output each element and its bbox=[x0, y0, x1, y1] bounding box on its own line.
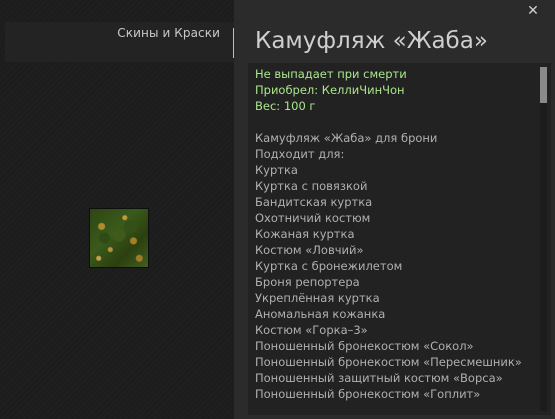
armor-list-item: Укреплённая куртка bbox=[255, 291, 380, 305]
armor-list-item: Бандитская куртка bbox=[255, 195, 373, 209]
armor-list-item: Поношенный бронекостюм «Сокол» bbox=[255, 339, 474, 353]
item-title: Камуфляж «Жаба» bbox=[255, 28, 488, 54]
armor-list-item: Броня репортера bbox=[255, 275, 360, 289]
scrollbar-thumb[interactable] bbox=[540, 67, 547, 103]
camouflage-item-icon[interactable] bbox=[89, 208, 149, 268]
item-details-panel: ✕ Камуфляж «Жаба» Не выпадает при смерти… bbox=[234, 0, 555, 419]
armor-list-item: Охотничий костюм bbox=[255, 211, 371, 225]
armor-list-item: Куртка с бронежилетом bbox=[255, 259, 403, 273]
no-drop-note: Не выпадает при смерти bbox=[255, 67, 407, 81]
category-tab[interactable]: Скины и Краски bbox=[5, 22, 234, 62]
item-weight: Вес: 100 г bbox=[255, 99, 316, 113]
item-preview-panel: Скины и Краски bbox=[0, 0, 234, 419]
category-tab-label: Скины и Краски bbox=[117, 26, 220, 40]
description-scrollbar[interactable] bbox=[540, 67, 547, 411]
armor-list-item: Костюм «Ловчий» bbox=[255, 243, 364, 257]
description-line: Камуфляж «Жаба» для брони bbox=[255, 131, 438, 145]
item-description: Не выпадает при смерти Приобрел: КеллиЧи… bbox=[255, 66, 535, 402]
suitable-for-label: Подходит для: bbox=[255, 147, 345, 161]
armor-list-item: Поношенный защитный костюм «Ворса» bbox=[255, 371, 503, 385]
close-icon[interactable]: ✕ bbox=[525, 3, 541, 19]
armor-list-item: Аномальная кожанка bbox=[255, 307, 386, 321]
armor-list-item: Поношенный бронекостюм «Пересмешник» bbox=[255, 355, 522, 369]
armor-list-item: Куртка bbox=[255, 163, 298, 177]
armor-list-item: Костюм «Горка–3» bbox=[255, 323, 368, 337]
armor-list-item: Куртка с повязкой bbox=[255, 179, 368, 193]
armor-list-item: Кожаная куртка bbox=[255, 227, 355, 241]
acquired-by: Приобрел: КеллиЧинЧон bbox=[255, 83, 405, 97]
item-description-box[interactable]: Не выпадает при смерти Приобрел: КеллиЧи… bbox=[248, 63, 551, 415]
item-inspect-window: Скины и Краски ✕ Камуфляж «Жаба» Не выпа… bbox=[0, 0, 555, 419]
armor-list-item: Поношенный бронекостюм «Гоплит» bbox=[255, 387, 481, 401]
